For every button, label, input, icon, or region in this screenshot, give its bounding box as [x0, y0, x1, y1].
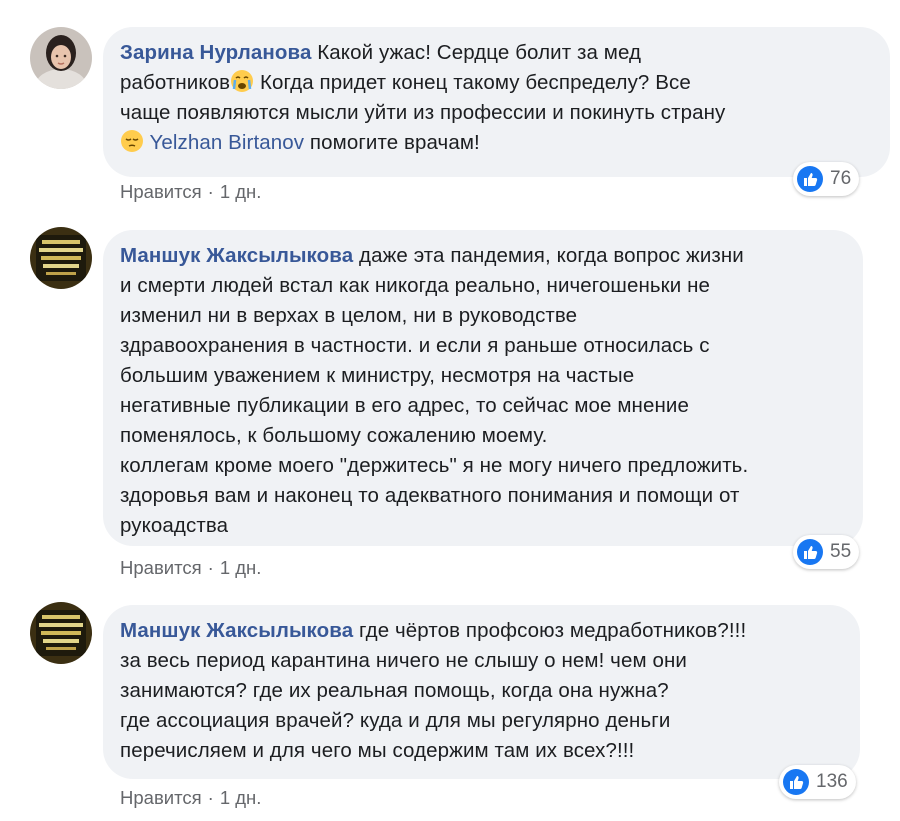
comment-author[interactable]: Маншук Жаксылыкова	[120, 244, 353, 267]
avatar[interactable]	[30, 602, 92, 664]
mention-link[interactable]: Yelzhan Birtanov	[149, 131, 304, 154]
comment-text: работников	[120, 71, 231, 94]
comment-author[interactable]: Зарина Нурланова	[120, 41, 311, 64]
comment-text: Какой ужас! Сердце болит за мед	[317, 41, 642, 64]
like-reaction-icon	[782, 768, 810, 796]
comment-actions: Нравится · 1 дн.	[120, 557, 261, 579]
comment-text: большим уважением к министру, несмотря н…	[120, 364, 635, 387]
comment-text: помогите врачам!	[304, 131, 480, 154]
separator: ·	[207, 181, 214, 202]
comment-author[interactable]: Маншук Жаксылыкова	[120, 619, 353, 642]
comment-text: даже эта пандемия, когда вопрос жизни	[359, 244, 744, 267]
like-link[interactable]: Нравится	[120, 557, 202, 578]
reaction-count[interactable]: 136	[779, 765, 856, 799]
comment-text: поменялось, к большому сожалению моему.	[120, 424, 548, 447]
comment-text: негативные публикации в его адрес, то се…	[120, 394, 689, 417]
reaction-count-text: 136	[816, 771, 848, 792]
comment-text: коллегам кроме моего "держитесь" я не мо…	[120, 454, 749, 477]
comment-bubble: Маншук Жаксылыкова где чёртов профсоюз м…	[103, 605, 860, 779]
avatar[interactable]	[30, 27, 92, 89]
comment-bubble: Зарина Нурланова Какой ужас! Сердце боли…	[103, 27, 890, 177]
comment-actions: Нравится · 1 дн.	[120, 181, 261, 203]
comment-text: где чёртов профсоюз медработников?!!!	[359, 619, 747, 642]
reaction-count[interactable]: 55	[793, 535, 860, 569]
crying-face-emoji-icon	[230, 69, 254, 93]
comment-text: здравоохранения в частности. и если я ра…	[120, 334, 710, 357]
like-reaction-icon	[796, 165, 824, 193]
comment-text: чаще появляются мысли уйти из профессии …	[120, 101, 726, 124]
comment-text: перечисляем и для чего мы содержим там и…	[120, 739, 635, 762]
comment-text: здоровья вам и наконец то адекватного по…	[120, 484, 740, 507]
comment-text: занимаются? где их реальная помощь, когд…	[120, 679, 669, 702]
pensive-face-emoji-icon	[120, 129, 144, 153]
reaction-count-text: 76	[830, 168, 852, 189]
comment-text: Когда придет конец такому беспределу? Вс…	[254, 71, 691, 94]
like-reaction-icon	[796, 538, 824, 566]
separator: ·	[207, 557, 214, 578]
comment-text: рукоадства	[120, 514, 229, 537]
like-link[interactable]: Нравится	[120, 787, 202, 808]
comment-text: изменил ни в верхах в целом, ни в руково…	[120, 304, 578, 327]
comment-text: и смерти людей встал как никогда реально…	[120, 274, 710, 297]
reaction-count-text: 55	[830, 541, 852, 562]
avatar[interactable]	[30, 227, 92, 289]
reaction-count[interactable]: 76	[793, 162, 860, 196]
timestamp[interactable]: 1 дн.	[220, 787, 262, 808]
comment-text: за весь период карантина ничего не слышу…	[120, 649, 687, 672]
like-link[interactable]: Нравится	[120, 181, 202, 202]
comment-actions: Нравится · 1 дн.	[120, 787, 261, 809]
timestamp[interactable]: 1 дн.	[220, 557, 262, 578]
comment-text: где ассоциация врачей? куда и для мы рег…	[120, 709, 671, 732]
separator: ·	[207, 787, 214, 808]
comment-bubble: Маншук Жаксылыкова даже эта пандемия, ко…	[103, 230, 863, 546]
timestamp[interactable]: 1 дн.	[220, 181, 262, 202]
